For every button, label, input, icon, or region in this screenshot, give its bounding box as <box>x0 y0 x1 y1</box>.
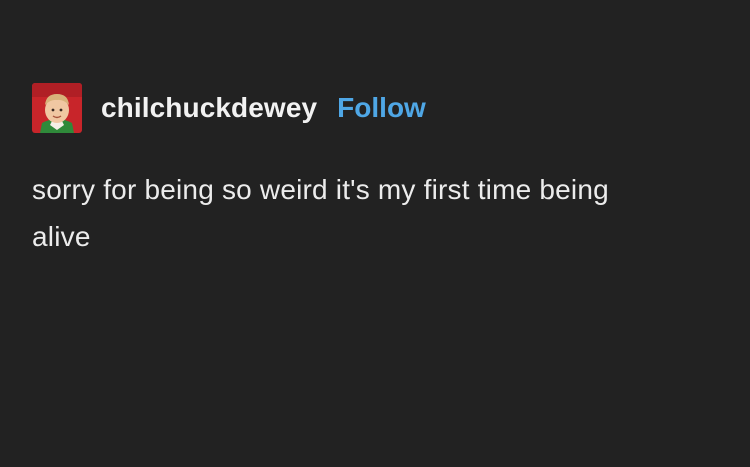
follow-button[interactable]: Follow <box>337 94 426 122</box>
post-header: chilchuckdewey Follow <box>32 82 426 134</box>
avatar-photo-icon <box>32 83 82 133</box>
username[interactable]: chilchuckdewey <box>101 94 317 122</box>
avatar[interactable] <box>32 83 82 133</box>
post-card: chilchuckdewey Follow sorry for being so… <box>0 0 750 467</box>
post-text: sorry for being so weird it's my first t… <box>32 174 609 252</box>
